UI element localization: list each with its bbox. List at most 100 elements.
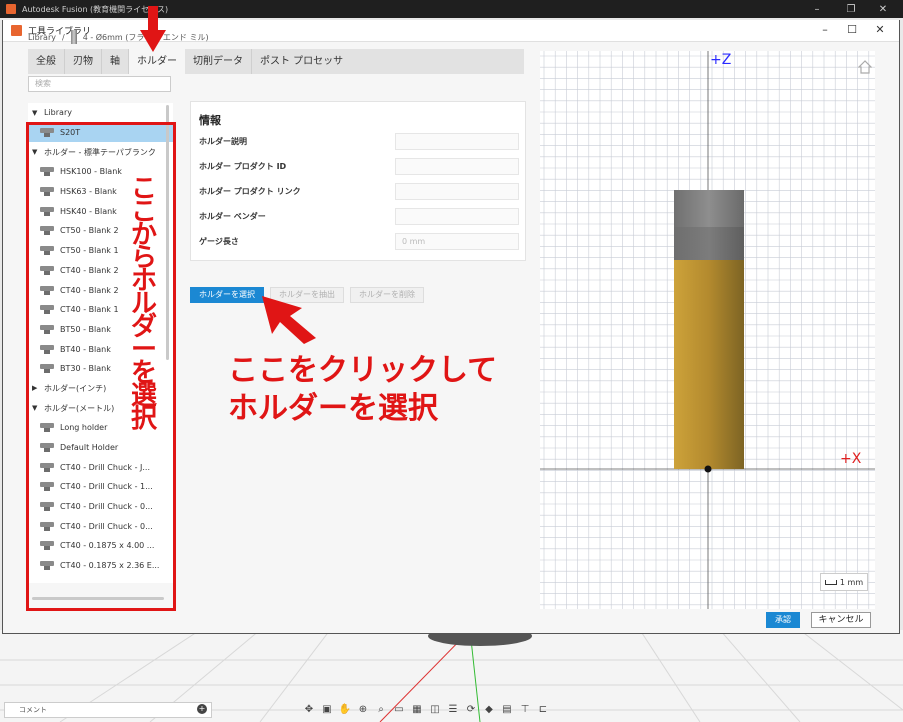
holder-icon bbox=[40, 541, 54, 551]
caret-down-icon[interactable]: ▼ bbox=[32, 148, 40, 156]
tree-vertical-scrollbar[interactable] bbox=[166, 105, 169, 360]
fit-icon[interactable]: ⌕ bbox=[374, 704, 388, 715]
tab-post-processor[interactable]: ポスト プロセッサ bbox=[252, 49, 351, 74]
grid-icon[interactable]: ▦ bbox=[410, 704, 424, 715]
tree-item-label: HSK100 - Blank bbox=[60, 167, 122, 177]
look-at-icon[interactable]: ▣ bbox=[320, 704, 334, 715]
tree-item[interactable]: CT40 - Drill Chuck - 1... bbox=[28, 477, 173, 497]
holder-icon bbox=[40, 324, 54, 334]
scale-bar-icon bbox=[824, 579, 837, 585]
tree-item-label: Long holder bbox=[60, 423, 108, 433]
cancel-button[interactable]: キャンセル bbox=[811, 612, 871, 628]
refresh-icon[interactable]: ⟳ bbox=[464, 704, 478, 715]
minimize-icon[interactable]: – bbox=[800, 0, 834, 18]
viewports-icon[interactable]: ◫ bbox=[428, 704, 442, 715]
home-icon[interactable] bbox=[858, 60, 872, 74]
tab-general[interactable]: 全般 bbox=[28, 49, 65, 74]
caret-down-icon[interactable]: ▼ bbox=[32, 404, 40, 412]
holder-icon bbox=[40, 561, 54, 571]
close-icon[interactable]: ✕ bbox=[866, 0, 900, 18]
environment-icon[interactable]: ▤ bbox=[500, 704, 514, 715]
holder-description-field[interactable] bbox=[395, 132, 519, 150]
tree-horizontal-scrollbar[interactable] bbox=[32, 597, 164, 600]
tree-item[interactable]: CT40 - Drill Chuck - 0... bbox=[28, 497, 173, 517]
tree-group-label: ホルダー - 標準テーパブランク bbox=[44, 147, 156, 157]
tree-group[interactable]: ▼ Library bbox=[28, 103, 173, 123]
holder-icon bbox=[40, 206, 54, 216]
effects-icon[interactable]: ⊤ bbox=[518, 704, 532, 715]
tree-group[interactable]: ▼ ホルダー - 標準テーパブランク bbox=[28, 142, 173, 162]
delete-holder-button[interactable]: ホルダーを削除 bbox=[350, 287, 424, 303]
pan-icon[interactable]: ✋ bbox=[338, 704, 352, 715]
holder-icon bbox=[40, 344, 54, 354]
info-label: ホルダー ベンダー bbox=[199, 211, 266, 221]
tree-item-label: BT50 - Blank bbox=[60, 324, 111, 334]
tree-item-label: CT40 - 0.1875 x 4.00 ... bbox=[60, 541, 155, 551]
tab-cutting-data[interactable]: 切削データ bbox=[185, 49, 252, 74]
dialog-maximize-icon[interactable]: ☐ bbox=[837, 23, 867, 39]
approve-button[interactable]: 承認 bbox=[766, 612, 800, 628]
tree-item-label: S20T bbox=[60, 128, 81, 138]
select-holder-button[interactable]: ホルダーを選択 bbox=[190, 287, 264, 303]
gauge-length-field[interactable]: 0 mm bbox=[395, 232, 519, 250]
breadcrumb: Library / 4 - Ø6mm (フラット エンド ミル) bbox=[28, 30, 209, 44]
zoom-icon[interactable]: ⊕ bbox=[356, 704, 370, 715]
holder-icon bbox=[40, 285, 54, 295]
holder-top-section bbox=[674, 190, 744, 227]
tree-item[interactable]: S20T bbox=[28, 122, 173, 143]
caret-down-icon[interactable]: ▼ bbox=[32, 109, 40, 117]
preview-canvas bbox=[540, 51, 875, 609]
restore-icon[interactable]: ❐ bbox=[834, 0, 868, 18]
info-label: ホルダー プロダクト ID bbox=[199, 161, 287, 171]
holder-icon bbox=[40, 305, 54, 315]
holder-product-link-field[interactable] bbox=[395, 182, 519, 200]
holder-mid-section bbox=[674, 227, 744, 260]
caret-right-icon[interactable]: ▶ bbox=[32, 384, 40, 392]
holder-product-id-field[interactable] bbox=[395, 157, 519, 175]
scale-label: 1 mm bbox=[839, 577, 864, 587]
breadcrumb-root[interactable]: Library bbox=[28, 33, 56, 42]
axis-x-label: +X bbox=[840, 451, 862, 467]
tree-item[interactable]: CT40 - Drill Chuck - 0... bbox=[28, 516, 173, 536]
dialog-minimize-icon[interactable]: – bbox=[810, 23, 840, 39]
tree-item[interactable]: CT40 - Drill Chuck - J... bbox=[28, 457, 173, 477]
comment-bar[interactable]: コメント + bbox=[4, 702, 212, 718]
display-settings-icon[interactable]: ▭ bbox=[392, 704, 406, 715]
holder-body bbox=[674, 260, 744, 469]
holder-preview bbox=[540, 51, 875, 609]
info-panel: 情報 ホルダー説明 ホルダー プロダクト ID ホルダー プロダクト リンク ホ… bbox=[190, 101, 526, 261]
holder-icon bbox=[40, 423, 54, 433]
tree-item-label: CT40 - Drill Chuck - J... bbox=[60, 462, 151, 472]
tree-item-label: CT40 - 0.1875 x 2.36 E... bbox=[60, 561, 160, 571]
holder-icon bbox=[40, 128, 54, 138]
comment-add-icon[interactable]: + bbox=[197, 704, 207, 714]
tree-item-label: CT40 - Blank 2 bbox=[60, 285, 119, 295]
holder-icon bbox=[40, 482, 54, 492]
camera-icon[interactable]: ⊏ bbox=[536, 704, 550, 715]
holder-icon bbox=[40, 187, 54, 197]
tree-item[interactable]: CT40 - 0.1875 x 2.36 E... bbox=[28, 556, 173, 576]
layers-icon[interactable]: ☰ bbox=[446, 704, 460, 715]
annotation-arrow-up-left bbox=[262, 296, 316, 344]
end-mill-icon bbox=[70, 30, 77, 44]
holder-vendor-field[interactable] bbox=[395, 207, 519, 225]
holder-icon bbox=[40, 521, 54, 531]
tree-item-label: CT40 - Blank 1 bbox=[60, 305, 119, 315]
tab-shaft[interactable]: 軸 bbox=[102, 49, 129, 74]
info-label: ゲージ長さ bbox=[199, 236, 239, 246]
tab-holder[interactable]: ホルダー bbox=[129, 49, 185, 74]
tree-item[interactable]: CT40 - 0.1875 x 4.00 ... bbox=[28, 536, 173, 556]
visual-style-icon[interactable]: ◆ bbox=[482, 704, 496, 715]
tab-cutter[interactable]: 刃物 bbox=[65, 49, 102, 74]
orbit-icon[interactable]: ✥ bbox=[302, 704, 316, 715]
tree-item-label: BT40 - Blank bbox=[60, 344, 111, 354]
search-input[interactable]: 検索 bbox=[28, 76, 171, 92]
holder-icon bbox=[40, 364, 54, 374]
tree-group-label: ホルダー(メートル) bbox=[44, 403, 115, 413]
tree-item-label: CT40 - Drill Chuck - 0... bbox=[60, 502, 153, 512]
info-row-gauge-length: ゲージ長さ 0 mm bbox=[199, 232, 519, 250]
tree-item-label: HSK40 - Blank bbox=[60, 206, 117, 216]
tree-item[interactable]: Default Holder bbox=[28, 438, 173, 458]
annotation-instruction: ここをクリックして ホルダーを選択 bbox=[228, 352, 497, 428]
dialog-close-icon[interactable]: ✕ bbox=[865, 23, 895, 39]
